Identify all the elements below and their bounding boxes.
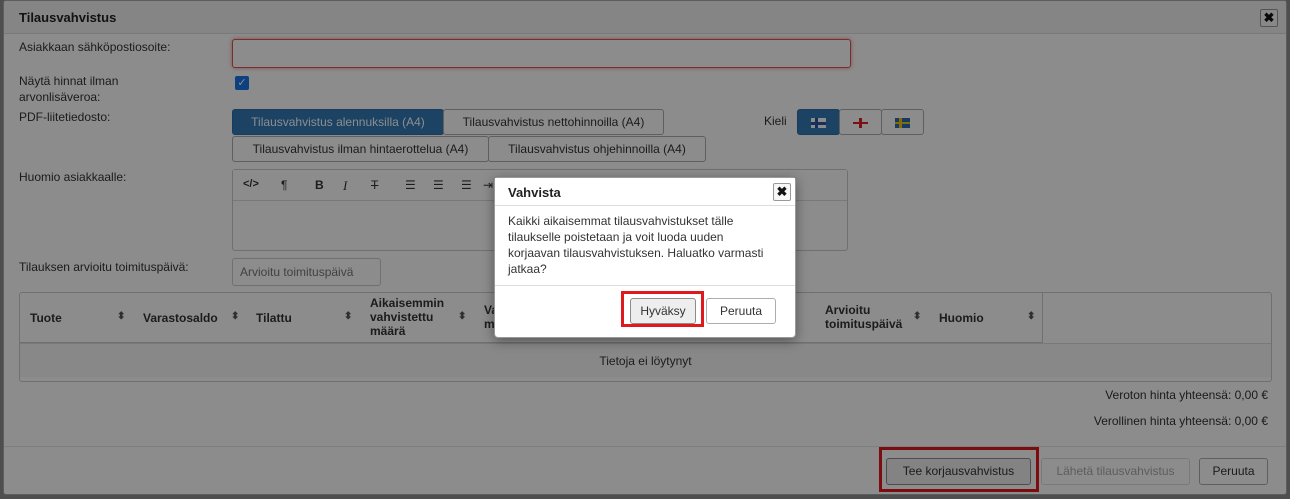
confirm-dialog: Vahvista ✖ Kaikki aikaisemmat tilausvahv… [494,177,796,338]
highlight-accept-button [621,291,704,327]
confirm-close-icon[interactable]: ✖ [773,183,791,201]
confirm-dialog-header: Vahvista ✖ [495,178,795,206]
confirm-cancel-button[interactable]: Peruuta [706,298,776,324]
confirm-dialog-title: Vahvista [508,185,561,200]
confirm-message: Kaikki aikaisemmat tilausvahvistukset tä… [508,214,764,276]
